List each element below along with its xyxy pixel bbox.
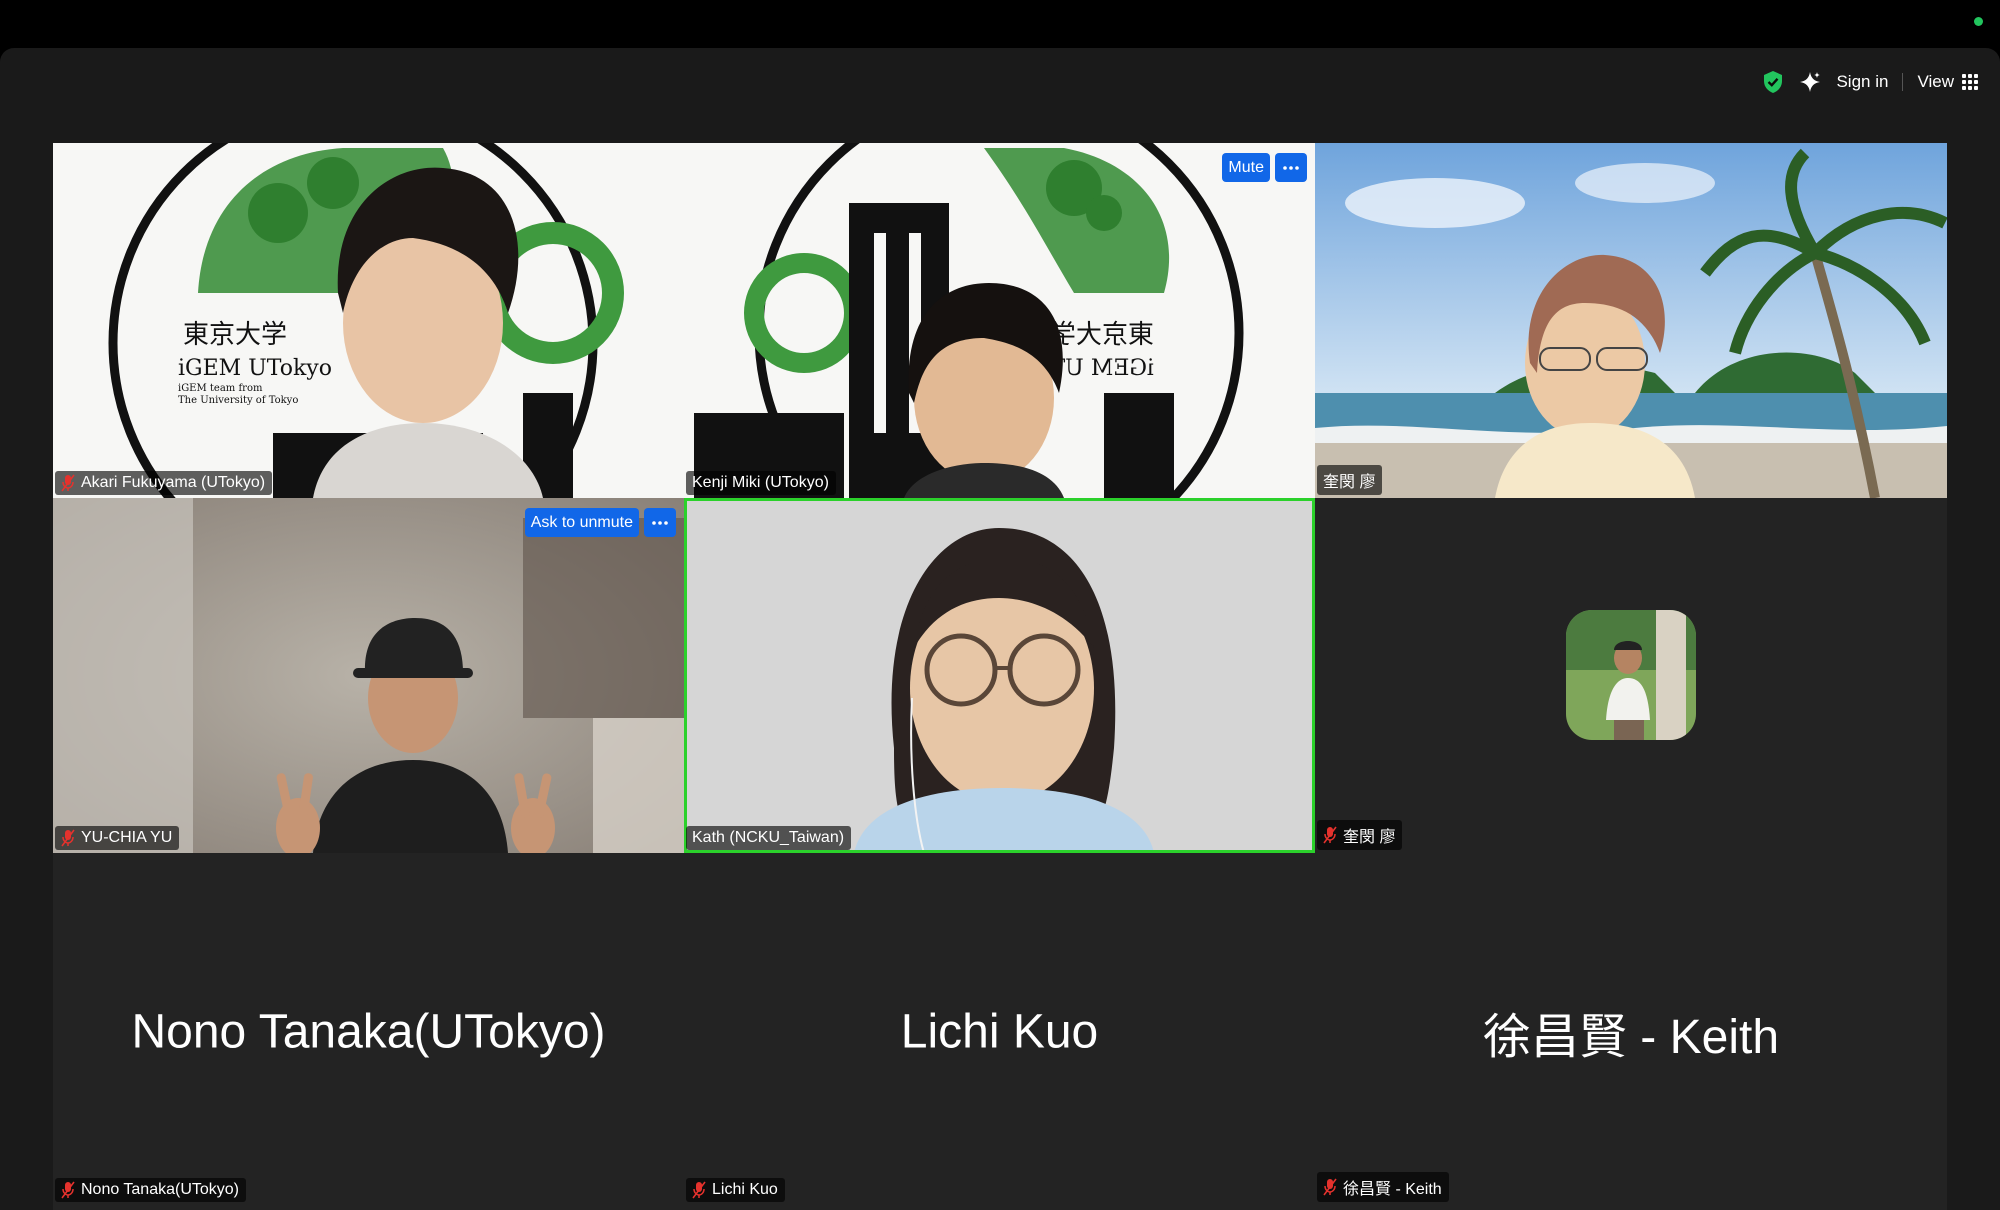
video-feed	[1315, 143, 1947, 498]
mic-muted-icon	[692, 1181, 706, 1199]
logo-line1: 東京大学	[183, 320, 287, 350]
mic-muted-icon	[61, 1181, 75, 1199]
ask-to-unmute-button[interactable]: Ask to unmute	[524, 508, 639, 537]
participant-name: Lichi Kuo	[712, 1181, 778, 1198]
participant-display-name: Lichi Kuo	[900, 1005, 1099, 1058]
meeting-window: Sign in View 東京大学 iGEM UTokyo iGEM team …	[0, 48, 2000, 1210]
participant-name: 徐昌賢 - Keith	[1343, 1181, 1442, 1198]
video-tile[interactable]: 奎閔 廖	[1315, 498, 1947, 853]
system-top-bar	[0, 0, 2000, 48]
video-tile-active-speaker[interactable]: Kath (NCKU_Taiwan)	[684, 498, 1315, 853]
video-tile[interactable]: 奎閔 廖	[1315, 143, 1947, 498]
participant-name: YU-CHIA YU	[81, 829, 173, 846]
participant-name: Nono Tanaka(UTokyo)	[81, 1181, 240, 1198]
video-tile[interactable]: 東京大学 iGEM UTokyo Mute Kenji Miki (UTokyo…	[684, 143, 1315, 498]
participant-name-tag: Kath (NCKU_Taiwan)	[686, 826, 852, 850]
mic-muted-icon	[1323, 1178, 1337, 1196]
more-options-button[interactable]	[1275, 153, 1307, 182]
participant-name-tag: Kenji Miki (UTokyo)	[686, 471, 836, 495]
video-feed: 東京大学 iGEM UTokyo iGEM team from The Univ…	[53, 143, 684, 498]
mute-button[interactable]: Mute	[1222, 153, 1270, 182]
logo-mirror-line1: 東京大学	[1050, 320, 1154, 350]
participant-name: 奎閔 廖	[1323, 474, 1376, 491]
divider	[1902, 73, 1904, 91]
participant-name: Kath (NCKU_Taiwan)	[692, 829, 845, 846]
video-tile[interactable]: Nono Tanaka(UTokyo) Nono Tanaka(UTokyo)	[53, 853, 684, 1210]
participant-name-tag: 奎閔 廖	[1317, 465, 1383, 495]
tile-actions: Ask to unmute	[524, 508, 676, 537]
video-feed: 東京大学 iGEM UTokyo	[684, 143, 1315, 498]
participant-display-name: Nono Tanaka(UTokyo)	[131, 1005, 606, 1058]
grid-view-icon	[1962, 74, 1978, 90]
logo-line2: iGEM UTokyo	[178, 356, 332, 381]
mic-muted-icon	[61, 829, 75, 847]
logo-line4: The University of Tokyo	[178, 395, 298, 406]
participant-name-tag: YU-CHIA YU	[55, 826, 180, 850]
meeting-controls: Sign in View	[1762, 66, 1978, 98]
sign-in-button[interactable]: Sign in	[1836, 72, 1888, 92]
more-options-button[interactable]	[644, 508, 676, 537]
video-tile[interactable]: 東京大学 iGEM UTokyo iGEM team from The Univ…	[53, 143, 684, 498]
logo-line3: iGEM team from	[178, 383, 263, 394]
tile-actions: Mute	[1222, 153, 1307, 182]
mic-muted-icon	[61, 474, 75, 492]
participant-name-tag: 徐昌賢 - Keith	[1317, 1172, 1449, 1202]
participant-name: Akari Fukuyama (UTokyo)	[81, 474, 266, 491]
more-icon	[652, 520, 668, 525]
video-tile[interactable]: Ask to unmute YU-CHIA YU	[53, 498, 684, 853]
avatar	[1566, 610, 1696, 740]
view-label: View	[1917, 72, 1954, 91]
sign-in-label: Sign in	[1836, 72, 1889, 91]
participant-name-tag: Lichi Kuo	[686, 1178, 785, 1202]
view-button[interactable]: View	[1917, 72, 1978, 92]
camera-indicator-dot	[1974, 17, 1983, 26]
participant-name-tag: 奎閔 廖	[1317, 820, 1403, 850]
participant-name: Kenji Miki (UTokyo)	[692, 474, 829, 491]
video-feed	[684, 498, 1315, 853]
participant-display-name: 徐昌賢 - Keith	[1482, 1010, 1780, 1064]
shield-check-icon[interactable]	[1762, 70, 1784, 94]
sparkle-icon[interactable]	[1798, 70, 1822, 94]
more-icon	[1283, 165, 1299, 170]
mic-muted-icon	[1323, 826, 1337, 844]
video-feed	[53, 498, 684, 853]
participant-name-tag: Akari Fukuyama (UTokyo)	[55, 471, 273, 495]
video-tile[interactable]: 徐昌賢 - Keith 徐昌賢 - Keith	[1315, 853, 1947, 1210]
participant-name-tag: Nono Tanaka(UTokyo)	[55, 1178, 247, 1202]
participant-name: 奎閔 廖	[1343, 829, 1396, 846]
video-tile[interactable]: Lichi Kuo Lichi Kuo	[684, 853, 1315, 1210]
